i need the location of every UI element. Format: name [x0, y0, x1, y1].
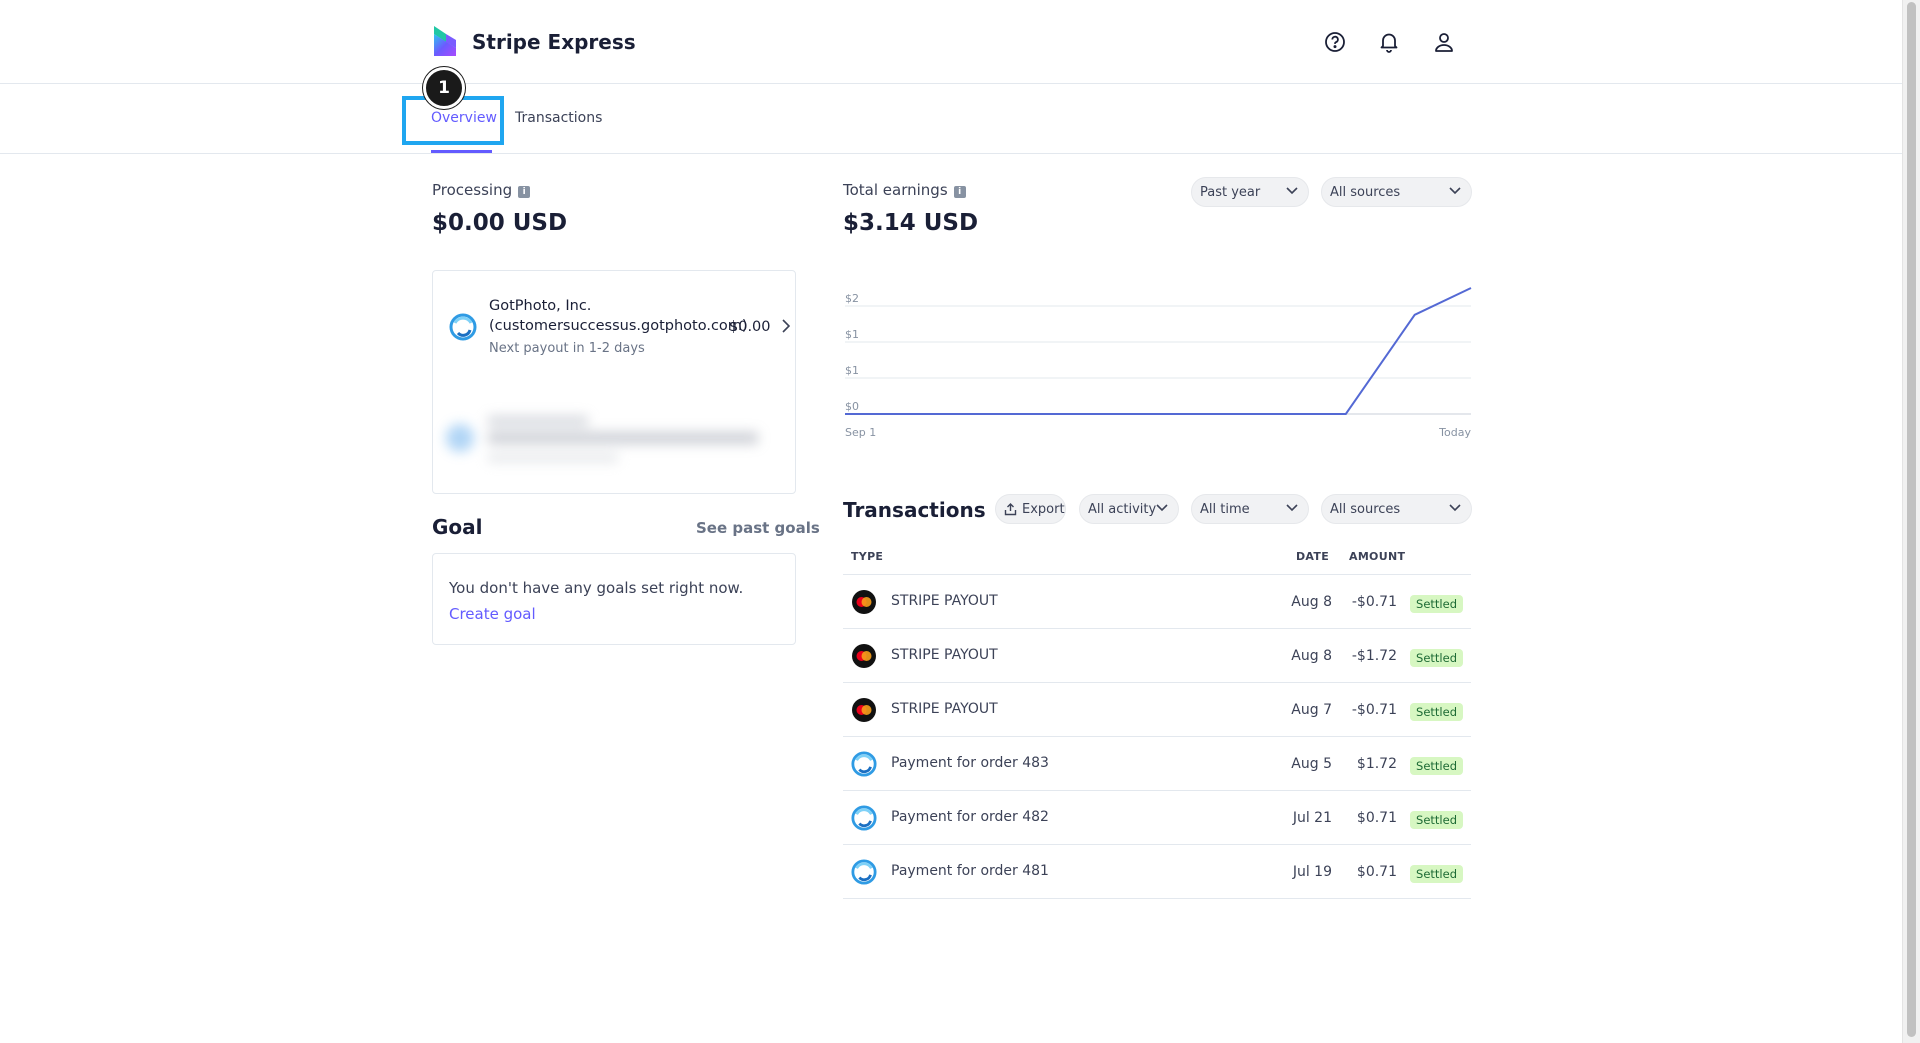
transaction-amount: -$1.72	[1351, 648, 1397, 664]
x-axis-end-label: Today	[1438, 426, 1471, 439]
see-past-goals-link[interactable]: See past goals	[696, 519, 820, 537]
export-button[interactable]: Export	[995, 494, 1066, 524]
transactions-sources-value: All sources	[1330, 501, 1401, 517]
goal-empty-text: You don't have any goals set right now.	[449, 579, 744, 597]
column-header-type[interactable]: TYPE	[851, 550, 883, 563]
processing-label-row: Processing i	[432, 180, 531, 199]
chevron-down-icon	[1286, 187, 1298, 195]
app-title: Stripe Express	[472, 30, 636, 54]
transaction-date: Aug 8	[1291, 648, 1332, 664]
gotphoto-icon	[851, 805, 877, 831]
period-select-value: Past year	[1200, 184, 1261, 200]
transaction-amount: $0.71	[1356, 864, 1397, 880]
table-row[interactable]: STRIPE PAYOUT Aug 8 -$1.72 Settled	[843, 628, 1471, 682]
gotphoto-icon	[851, 751, 877, 777]
mastercard-icon	[851, 697, 877, 723]
column-header-amount[interactable]: AMOUNT	[1349, 550, 1405, 563]
status-badge: Settled	[1410, 649, 1463, 667]
tutorial-step-badge: 1	[423, 67, 465, 109]
chevron-right-icon	[782, 319, 790, 333]
transaction-date: Aug 8	[1291, 594, 1332, 610]
user-icon[interactable]	[1430, 28, 1458, 56]
table-row[interactable]: Payment for order 483 Aug 5 $1.72 Settled	[843, 736, 1471, 790]
status-badge: Settled	[1410, 703, 1463, 721]
payout-amount: $0.00	[729, 319, 771, 335]
scrollbar-thumb[interactable]	[1907, 2, 1916, 1037]
mastercard-icon	[851, 589, 877, 615]
chevron-down-icon	[1449, 504, 1461, 512]
vertical-scrollbar[interactable]	[1902, 0, 1920, 1043]
blurred-account-row	[432, 380, 796, 492]
transaction-type: STRIPE PAYOUT	[891, 593, 998, 609]
processing-label: Processing	[432, 181, 513, 199]
payout-account-row[interactable]: GotPhoto, Inc. (customersuccessus.gotpho…	[433, 271, 797, 381]
chevron-down-icon	[1286, 504, 1298, 512]
x-axis-start-label: Sep 1	[845, 426, 876, 439]
transaction-amount: -$0.71	[1351, 594, 1397, 610]
status-badge: Settled	[1410, 811, 1463, 829]
info-icon[interactable]: i	[953, 186, 966, 198]
transaction-type: Payment for order 482	[891, 809, 1049, 825]
y-axis-tick-label: $0	[845, 400, 859, 413]
active-tab-indicator	[431, 150, 492, 153]
table-row[interactable]: STRIPE PAYOUT Aug 8 -$0.71 Settled	[843, 574, 1471, 628]
goal-title: Goal	[432, 515, 483, 539]
column-header-date[interactable]: DATE	[1296, 550, 1329, 563]
transactions-title: Transactions	[843, 498, 986, 522]
create-goal-link[interactable]: Create goal	[449, 605, 536, 623]
activity-select[interactable]: All activity	[1079, 494, 1179, 524]
time-select[interactable]: All time	[1191, 494, 1309, 524]
table-row[interactable]: STRIPE PAYOUT Aug 7 -$0.71 Settled	[843, 682, 1471, 736]
tab-transactions[interactable]: Transactions	[515, 110, 602, 126]
table-row[interactable]: Payment for order 482 Jul 21 $0.71 Settled	[843, 790, 1471, 844]
y-axis-tick-label: $1	[845, 364, 859, 377]
export-icon	[1004, 502, 1017, 515]
transaction-date: Jul 21	[1292, 810, 1332, 826]
tabs-bar: Overview Transactions	[0, 84, 1902, 154]
period-select[interactable]: Past year	[1191, 177, 1309, 207]
transaction-type: Payment for order 483	[891, 755, 1049, 771]
time-select-value: All time	[1200, 501, 1250, 517]
earnings-label: Total earnings	[843, 181, 948, 199]
chevron-down-icon	[1449, 187, 1461, 195]
payout-schedule: Next payout in 1-2 days	[489, 341, 645, 356]
transaction-type: STRIPE PAYOUT	[891, 647, 998, 663]
status-badge: Settled	[1410, 595, 1463, 613]
info-icon[interactable]: i	[518, 186, 531, 198]
help-icon[interactable]	[1321, 28, 1349, 56]
top-bar: Stripe Express	[0, 0, 1902, 84]
transaction-date: Aug 5	[1291, 756, 1332, 772]
status-badge: Settled	[1410, 865, 1463, 883]
transaction-amount: -$0.71	[1351, 702, 1397, 718]
transaction-date: Jul 19	[1292, 864, 1332, 880]
y-axis-tick-label: $1	[845, 328, 859, 341]
gotphoto-icon	[449, 313, 477, 341]
y-axis-tick-label: $2	[845, 292, 859, 305]
transaction-amount: $0.71	[1356, 810, 1397, 826]
earnings-amount: $3.14 USD	[843, 210, 979, 236]
transactions-sources-select[interactable]: All sources	[1321, 494, 1472, 524]
export-label: Export	[1022, 501, 1065, 517]
earnings-label-row: Total earnings i	[843, 180, 966, 199]
earnings-sources-value: All sources	[1330, 184, 1401, 200]
earnings-line-chart: $2 $1 $1 $0 Sep 1 Today	[845, 287, 1472, 439]
processing-amount: $0.00 USD	[432, 210, 568, 236]
payout-account-name: GotPhoto, Inc. (customersuccessus.gotpho…	[489, 298, 748, 334]
transaction-type: STRIPE PAYOUT	[891, 701, 998, 717]
earnings-series-line	[845, 287, 1472, 415]
chevron-down-icon	[1156, 504, 1168, 512]
gotphoto-icon	[851, 859, 877, 885]
table-bottom-divider	[843, 898, 1471, 899]
status-badge: Settled	[1410, 757, 1463, 775]
transaction-type: Payment for order 481	[891, 863, 1049, 879]
transaction-amount: $1.72	[1356, 756, 1397, 772]
mastercard-icon	[851, 643, 877, 669]
stripe-express-logo	[434, 26, 456, 56]
activity-select-value: All activity	[1088, 501, 1157, 517]
transaction-date: Aug 7	[1291, 702, 1332, 718]
goal-card: You don't have any goals set right now. …	[432, 553, 796, 645]
table-row[interactable]: Payment for order 481 Jul 19 $0.71 Settled	[843, 844, 1471, 898]
bell-icon[interactable]	[1375, 28, 1403, 56]
earnings-sources-select[interactable]: All sources	[1321, 177, 1472, 207]
